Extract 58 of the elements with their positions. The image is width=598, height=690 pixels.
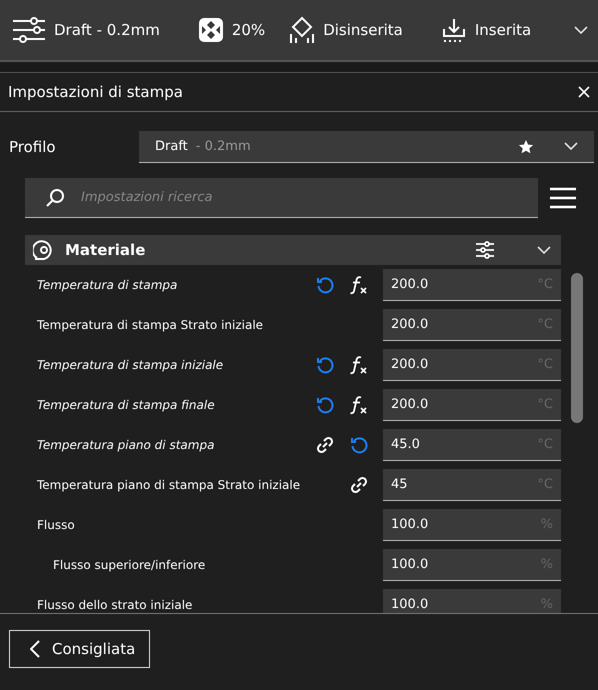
setting-value: 200.0 <box>391 277 428 292</box>
setting-value: 45 <box>391 477 408 492</box>
close-button[interactable] <box>578 86 590 98</box>
reset-icon[interactable] <box>316 396 334 414</box>
sliders-icon <box>12 17 46 43</box>
scrollbar-thumb[interactable] <box>571 273 583 423</box>
menu-icon[interactable] <box>550 187 576 209</box>
search-icon <box>45 188 65 208</box>
setting-value: 45.0 <box>391 437 420 452</box>
chevron-down-icon <box>537 246 551 254</box>
setting-label: Temperatura di stampa iniziale <box>36 358 224 372</box>
setting-value: 100.0 <box>391 597 428 612</box>
chevron-left-icon <box>30 640 40 658</box>
setting-value-field[interactable]: 100.0 % <box>383 509 561 541</box>
setting-label: Temperatura piano di stampa Strato iniziale <box>36 478 302 492</box>
setting-value: 200.0 <box>391 357 428 372</box>
reset-icon[interactable] <box>316 356 334 374</box>
toolbar-button[interactable]: Draft - 0.2mm <box>10 17 162 43</box>
star-icon <box>518 138 534 154</box>
toolbar-button[interactable]: Inserita <box>438 17 534 43</box>
chevron-down-icon <box>574 26 588 34</box>
support-icon <box>289 16 316 44</box>
function-icon[interactable] <box>350 395 368 415</box>
unit-label: % <box>540 557 553 572</box>
function-icon[interactable] <box>350 275 368 295</box>
link-icon[interactable] <box>315 436 335 454</box>
panel-title: Impostazioni di stampa <box>8 83 183 101</box>
setting-label: Temperatura di stampa <box>36 278 178 292</box>
toolbar-button[interactable]: 20% <box>196 17 268 43</box>
category-title: Materiale <box>65 241 146 259</box>
unit-label: % <box>540 517 553 532</box>
function-icon[interactable] <box>350 355 368 375</box>
reset-icon[interactable] <box>316 276 334 294</box>
infill-pattern-icon <box>198 17 224 43</box>
setting-value: 100.0 <box>391 557 428 572</box>
setting-value-field[interactable]: 100.0 % <box>383 549 561 581</box>
setting-label: Temperatura di stampa Strato iniziale <box>36 318 264 332</box>
setting-value: 200.0 <box>391 317 428 332</box>
setting-label: Temperatura di stampa finale <box>36 398 216 412</box>
unit-label: % <box>540 597 553 612</box>
sliders-icon <box>475 241 495 259</box>
recommended-button[interactable]: Consigliata <box>9 630 150 668</box>
setting-label: Flusso <box>36 518 76 532</box>
download-tray-icon <box>440 17 467 43</box>
setting-label: Flusso dello strato iniziale <box>36 598 194 612</box>
toolbar-button[interactable]: Disinserita <box>287 16 405 44</box>
profile-dropdown[interactable]: Draft - 0.2mm <box>139 131 594 163</box>
reset-icon[interactable] <box>350 436 368 454</box>
profile-label: Profilo <box>9 138 57 156</box>
link-icon[interactable] <box>349 476 369 494</box>
category-header[interactable]: Materiale <box>25 235 561 265</box>
setting-label: Temperatura piano di stampa <box>36 438 216 452</box>
search-field[interactable]: Impostazioni ricerca <box>25 178 538 218</box>
setting-label: Flusso superiore/inferiore <box>52 558 206 572</box>
setting-value: 100.0 <box>391 517 428 532</box>
setting-value-field[interactable]: 100.0 % <box>383 589 561 613</box>
chevron-down-icon <box>564 142 578 151</box>
setting-value: 200.0 <box>391 397 428 412</box>
